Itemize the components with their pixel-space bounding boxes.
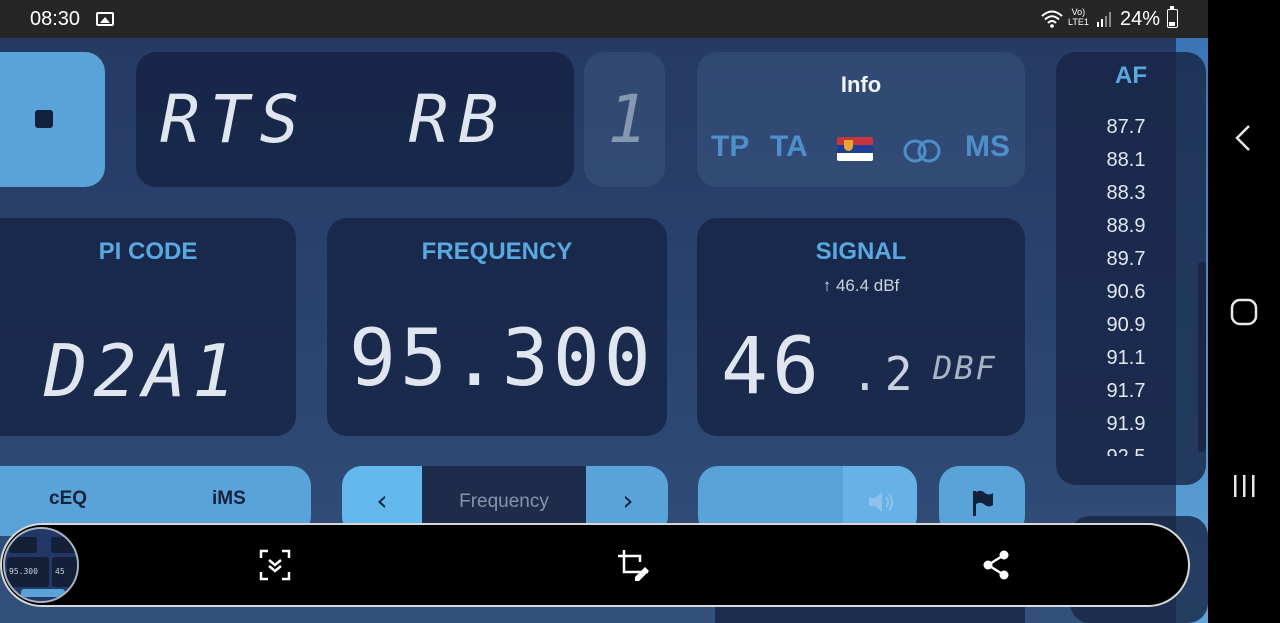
af-item[interactable]: 91.1 xyxy=(1056,347,1206,380)
signal-decimal: .2 xyxy=(851,347,919,401)
stereo-icon xyxy=(903,139,941,163)
ta-badge: TA xyxy=(770,130,808,163)
af-item[interactable]: 88.3 xyxy=(1056,182,1206,215)
signal-card: SIGNAL ↑ 46.4 dBf 46 .2 DBF xyxy=(697,218,1025,436)
af-item[interactable]: 92.5 xyxy=(1056,446,1206,456)
af-item[interactable]: 91.9 xyxy=(1056,413,1206,446)
serbia-flag-icon xyxy=(837,137,873,161)
af-item[interactable]: 88.1 xyxy=(1056,149,1206,182)
frequency-value: 95.300 xyxy=(349,314,655,404)
home-icon[interactable] xyxy=(1228,296,1260,328)
af-title: AF xyxy=(1115,62,1147,89)
signal-peak-value: 46.4 dBf xyxy=(835,276,900,295)
thumb-frequency: 95.300 xyxy=(9,567,38,576)
volte-label: Vo) xyxy=(1071,7,1086,17)
ms-badge: MS xyxy=(965,130,1010,163)
flag-icon xyxy=(973,490,993,516)
gallery-notification-icon xyxy=(96,12,114,26)
crop-edit-icon[interactable] xyxy=(616,548,650,582)
signal-unit: DBF xyxy=(933,349,997,387)
ceq-button[interactable]: cEQ xyxy=(49,488,87,510)
af-item[interactable]: 91.7 xyxy=(1056,380,1206,413)
blank-tile[interactable] xyxy=(584,52,665,187)
af-item[interactable]: 87.7 xyxy=(1056,116,1206,149)
pi-code-title: PI CODE xyxy=(98,238,198,265)
frequency-title: FREQUENCY xyxy=(421,238,573,265)
info-panel: Info TP TA MS xyxy=(697,52,1025,187)
thumb-signal: 45 xyxy=(55,567,65,576)
battery-percent: 24% xyxy=(1120,8,1161,30)
af-item[interactable]: 88.9 xyxy=(1056,215,1206,248)
ims-button[interactable]: iMS xyxy=(212,488,246,510)
info-title: Info xyxy=(840,72,882,97)
frequency-card: FREQUENCY 95.300 xyxy=(327,218,667,436)
pi-code-value: D2A1 xyxy=(44,329,242,413)
speaker-icon xyxy=(869,492,893,512)
battery-icon xyxy=(1167,6,1178,28)
signal-peak: ↑ 46.4 dBf xyxy=(697,276,1025,296)
wifi-icon xyxy=(1041,10,1063,28)
status-bar: 08:30 Vo) LTE1 24% xyxy=(0,0,1208,38)
scroll-capture-icon[interactable] xyxy=(258,548,292,582)
tp-badge: TP xyxy=(711,130,750,163)
stop-button[interactable] xyxy=(0,52,105,187)
af-panel: AF 87.7 88.1 88.3 88.9 89.7 90.6 90.9 91… xyxy=(1056,52,1206,485)
af-item[interactable]: 90.9 xyxy=(1056,314,1206,347)
arrow-up-icon: ↑ xyxy=(822,276,832,295)
af-scrollbar[interactable] xyxy=(1198,262,1206,452)
signal-value: 46 xyxy=(721,322,823,412)
signal-title: SIGNAL xyxy=(815,238,907,265)
recents-icon[interactable] xyxy=(1228,470,1260,502)
status-time: 08:30 xyxy=(30,8,81,30)
volte-indicator: Vo) LTE1 xyxy=(1068,7,1089,27)
screenshot-thumbnail[interactable]: 95.300 45 xyxy=(3,527,79,603)
navigation-bar xyxy=(1208,0,1280,623)
back-icon[interactable] xyxy=(1228,122,1260,154)
lte-label: LTE1 xyxy=(1068,17,1089,27)
af-list[interactable]: 87.7 88.1 88.3 88.9 89.7 90.6 90.9 91.1 … xyxy=(1056,116,1206,456)
stop-icon xyxy=(35,110,53,128)
cell-signal-icon xyxy=(1097,12,1111,27)
pi-code-card: PI CODE D2A1 xyxy=(0,218,296,436)
share-icon[interactable] xyxy=(979,548,1013,582)
rds-text: RTS RB 1 xyxy=(160,81,658,158)
rds-display: RTS RB 1 xyxy=(136,52,647,187)
af-item[interactable]: 90.6 xyxy=(1056,281,1206,314)
af-item[interactable]: 89.7 xyxy=(1056,248,1206,281)
